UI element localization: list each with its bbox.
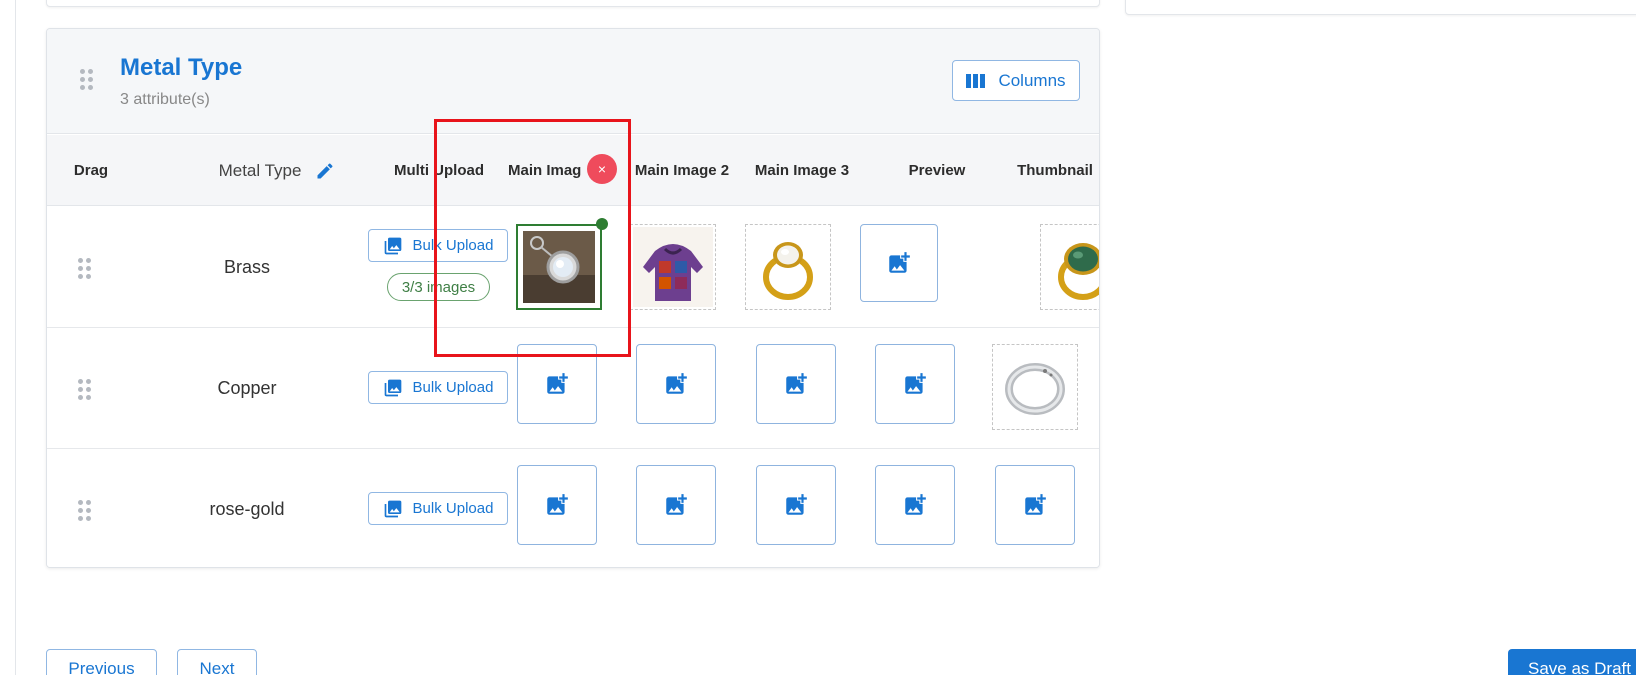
add-photo-icon [786, 494, 807, 515]
main-image-3-thumbnail-ring[interactable] [745, 224, 831, 310]
add-photo-icon [666, 494, 687, 515]
add-photo-icon [889, 252, 910, 273]
save-as-draft-button[interactable]: Save as Draft [1508, 649, 1636, 675]
image-library-icon [384, 237, 401, 254]
header-main-image-3: Main Image 3 [754, 162, 850, 179]
table-row-rose-gold: rose-gold Bulk Upload [47, 449, 1099, 567]
preview-upload-slot[interactable] [860, 224, 938, 302]
bulk-upload-button[interactable]: Bulk Upload [368, 492, 508, 525]
add-photo-icon [666, 373, 687, 394]
row-drag-handle-icon[interactable] [78, 379, 91, 400]
opal-ring-photo-icon [750, 229, 826, 305]
jade-ring-photo-icon [1045, 229, 1099, 305]
bulk-upload-label: Bulk Upload [412, 500, 494, 517]
preview-upload-slot[interactable] [875, 465, 955, 545]
header-metal-type-label: Metal Type [218, 160, 302, 180]
previous-button[interactable]: Previous [46, 649, 157, 675]
add-photo-icon [547, 494, 568, 515]
columns-icon [966, 73, 986, 88]
preview-upload-slot[interactable] [875, 344, 955, 424]
remove-image-button[interactable]: × [587, 154, 617, 184]
add-photo-icon [905, 494, 926, 515]
columns-button[interactable]: Columns [952, 60, 1080, 101]
main-image-3-upload-slot[interactable] [756, 344, 836, 424]
thumbnail-image-silver-ring[interactable] [992, 344, 1078, 430]
row-name: rose-gold [209, 499, 285, 519]
row-name: Copper [217, 378, 277, 398]
main-image-3-upload-slot[interactable] [756, 465, 836, 545]
thumbnail-image-green-ring[interactable] [1040, 224, 1099, 310]
add-photo-icon [547, 373, 568, 394]
bulk-upload-label: Bulk Upload [412, 379, 494, 396]
add-photo-icon [905, 373, 926, 394]
main-image-2-upload-slot[interactable] [636, 344, 716, 424]
columns-button-label: Columns [998, 70, 1066, 90]
image-library-icon [384, 500, 401, 517]
row-name: Brass [223, 257, 270, 277]
main-image-2-upload-slot[interactable] [636, 465, 716, 545]
header-main-image-2: Main Image 2 [634, 162, 730, 179]
silver-ring-photo-icon [997, 349, 1073, 425]
left-sidebar-edge [0, 0, 16, 675]
add-photo-icon [786, 373, 807, 394]
section-title: Metal Type [120, 54, 243, 81]
header-drag: Drag [73, 162, 109, 179]
hoodie-photo-icon [633, 227, 713, 307]
thumbnail-upload-slot[interactable] [995, 465, 1075, 545]
section-subtitle: 3 attribute(s) [120, 91, 210, 108]
row-drag-handle-icon[interactable] [78, 500, 91, 521]
bulk-upload-button[interactable]: Bulk Upload [368, 371, 508, 404]
section-drag-handle-icon[interactable] [80, 69, 93, 90]
main-image-upload-slot[interactable] [517, 465, 597, 545]
row-drag-handle-icon[interactable] [78, 258, 91, 279]
previous-section-card [46, 0, 1100, 7]
image-library-icon [384, 379, 401, 396]
side-panel-card [1125, 0, 1636, 15]
header-metal-type: Metal Type [172, 135, 382, 206]
next-button[interactable]: Next [177, 649, 257, 675]
main-image-2-thumbnail-hoodie[interactable] [630, 224, 716, 310]
add-photo-icon [1025, 494, 1046, 515]
header-thumbnail: Thumbnail [1017, 162, 1093, 179]
edit-pencil-icon[interactable] [315, 161, 335, 181]
header-preview: Preview [908, 162, 966, 179]
